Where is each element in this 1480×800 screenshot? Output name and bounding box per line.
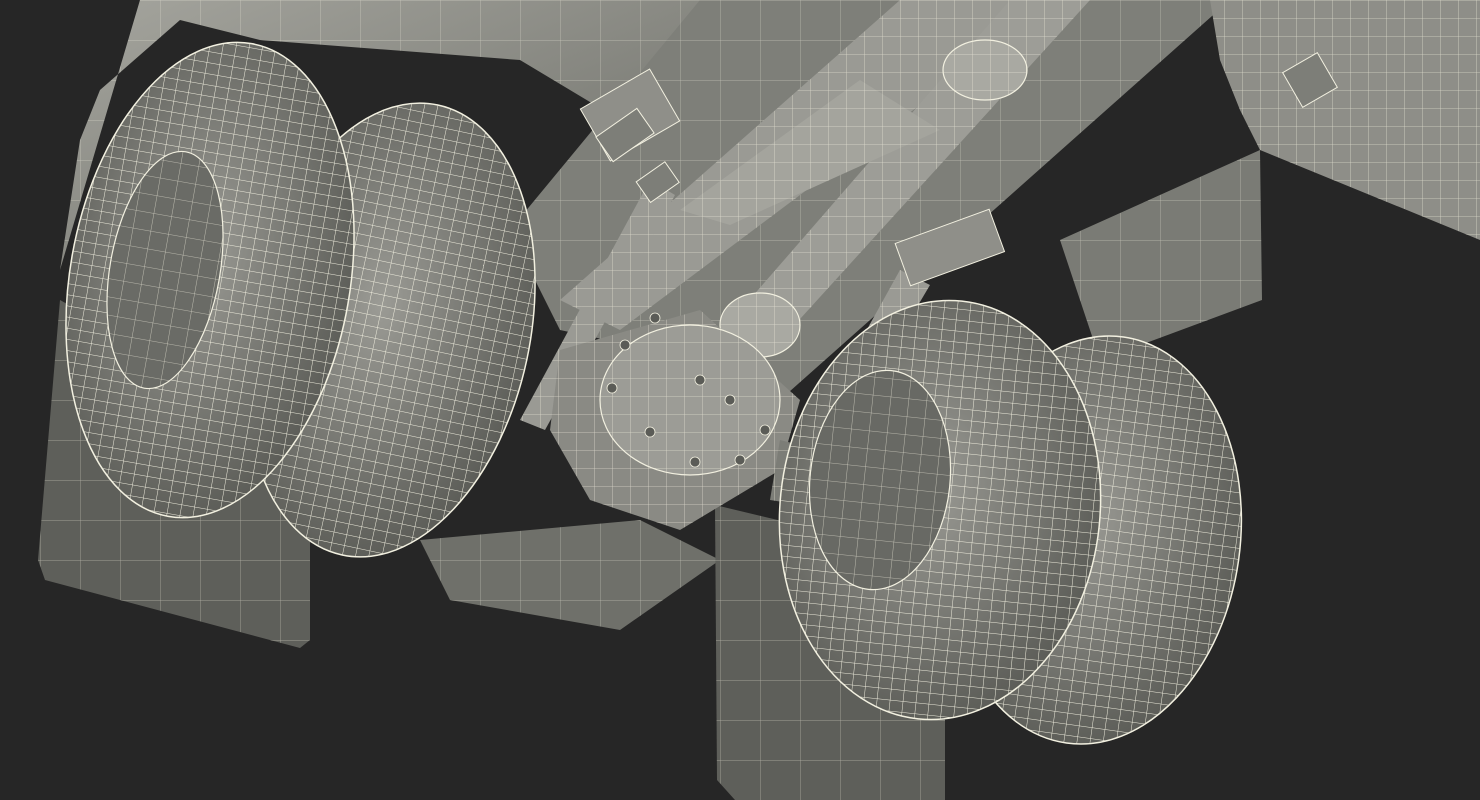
wireframe-render xyxy=(38,0,1480,800)
lower-cross-member xyxy=(420,520,720,630)
